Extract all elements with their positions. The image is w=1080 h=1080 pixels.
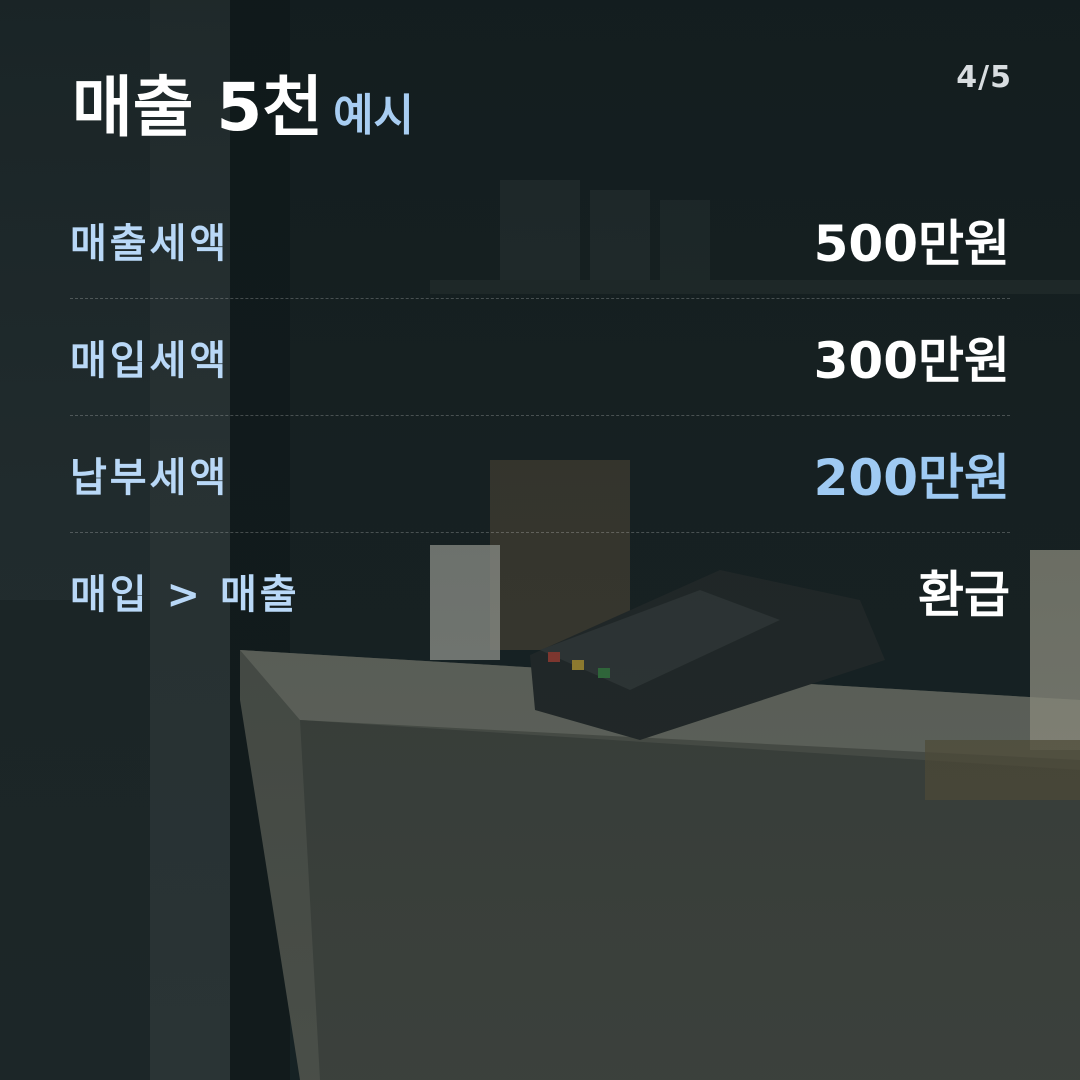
row-label: 매입 > 매출: [70, 572, 300, 618]
row-value: 300만원: [813, 332, 1010, 390]
row-value: 200만원: [813, 449, 1010, 507]
row-value: 500만원: [813, 215, 1010, 273]
row-label: 납부세액: [70, 455, 230, 501]
tax-summary-list: 매출세액 500만원 매입세액 300만원 납부세액 200만원 매입 > 매출…: [70, 182, 1010, 649]
row-refund-condition: 매입 > 매출 환급: [70, 533, 1010, 649]
row-value: 환급: [918, 566, 1010, 624]
row-label: 매입세액: [70, 338, 230, 384]
row-purchase-tax: 매입세액 300만원: [70, 299, 1010, 416]
title-main: 매출 5천: [72, 69, 324, 146]
page-indicator: 4/5: [956, 60, 1012, 95]
page-title: 매출 5천 예시: [72, 69, 415, 146]
row-sales-tax: 매출세액 500만원: [70, 182, 1010, 299]
row-payable-tax: 납부세액 200만원: [70, 416, 1010, 533]
title-sub: 예시: [333, 90, 415, 141]
row-label: 매출세액: [70, 221, 230, 267]
